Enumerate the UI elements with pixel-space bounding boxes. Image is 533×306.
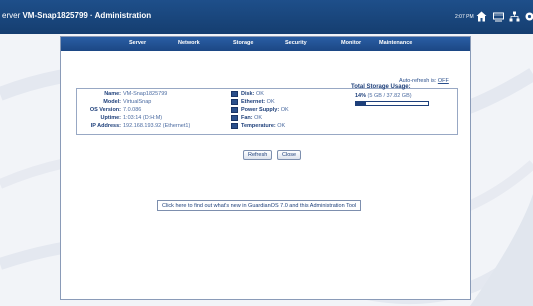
ip-label: IP Address: (90, 123, 121, 129)
temperature-label: Temperature: (241, 123, 276, 129)
fan-icon (231, 115, 238, 121)
nav-security[interactable]: Security (285, 40, 307, 46)
temperature-value: OK (277, 123, 286, 129)
storage-usage: 14% (5 GB / 37.82 GB) (355, 93, 412, 99)
uptime-value: 1:03:14 (D:H:M) (123, 115, 163, 121)
power-status: Power Supply: OK (241, 107, 289, 113)
disk-status: Disk: OK (241, 91, 264, 97)
disk-icon (231, 91, 238, 97)
name-row: Name: VM-Snap1825799 (77, 91, 227, 99)
clock: 2:07 PM (455, 14, 474, 20)
storage-detail: (5 GB / 37.82 GB) (367, 93, 412, 99)
ip-value: 192.168.193.92 (Ethernet1) (123, 123, 191, 129)
storage-title: Total Storage Usage: (351, 84, 411, 90)
nav-storage[interactable]: Storage (233, 40, 253, 46)
nav-network[interactable]: Network (178, 40, 200, 46)
fan-status: Fan: OK (241, 115, 262, 121)
nav-server[interactable]: Server (129, 40, 146, 46)
home-icon[interactable] (475, 9, 487, 23)
fan-value: OK (254, 115, 263, 121)
ethernet-value: OK (266, 99, 275, 105)
storage-percent: 14% (355, 93, 367, 99)
nav-monitor[interactable]: Monitor (341, 40, 361, 46)
disk-label: Disk: (241, 91, 255, 97)
ethernet-icon (231, 99, 238, 105)
monitor-icon[interactable] (492, 9, 504, 23)
admin-panel: Server Network Storage Security Monitor … (60, 36, 471, 300)
ip-row: IP Address: 192.168.193.92 (Ethernet1) (77, 123, 237, 131)
nav-maintenance[interactable]: Maintenance (379, 40, 412, 46)
temperature-status: Temperature: OK (241, 123, 285, 129)
uptime-row: Uptime: 1:03:14 (D:H:M) (77, 115, 227, 123)
power-supply-icon (231, 107, 238, 113)
auto-refresh-toggle[interactable]: OFF (438, 78, 449, 84)
model-label: Model: (103, 99, 121, 105)
disk-value: OK (255, 91, 264, 97)
os-row: OS Version: 7.0.086 (77, 107, 227, 115)
title-text: VM-Snap1825799 · Administration (22, 11, 152, 20)
settings-icon[interactable] (523, 9, 533, 23)
refresh-button[interactable]: Refresh (243, 150, 273, 160)
power-value: OK (280, 107, 289, 113)
os-value: 7.0.086 (123, 107, 142, 113)
storage-progress-bar (355, 101, 429, 106)
fan-label: Fan: (241, 115, 253, 121)
model-value: VirtualSnap (123, 99, 152, 105)
title-lead: erver (2, 11, 21, 20)
temperature-icon (231, 123, 238, 129)
close-button[interactable]: Close (277, 150, 302, 160)
network-icon[interactable] (508, 9, 520, 23)
storage-progress-fill (356, 102, 366, 105)
nav-bar: Server Network Storage Security Monitor … (61, 37, 470, 51)
title-bar: erver VM-Snap1825799 · Administration 2:… (0, 0, 533, 34)
uptime-label: Uptime: (100, 115, 121, 121)
model-row: Model: VirtualSnap (77, 99, 227, 107)
name-label: Name: (104, 91, 121, 97)
name-value: VM-Snap1825799 (123, 91, 168, 97)
ethernet-label: Ethernet: (241, 99, 266, 105)
power-label: Power Supply: (241, 107, 280, 113)
window-title: erver VM-Snap1825799 · Administration (2, 11, 151, 20)
os-label: OS Version: (89, 107, 121, 113)
whats-new-link[interactable]: Click here to find out what's new in Gua… (157, 200, 362, 211)
ethernet-status: Ethernet: OK (241, 99, 275, 105)
